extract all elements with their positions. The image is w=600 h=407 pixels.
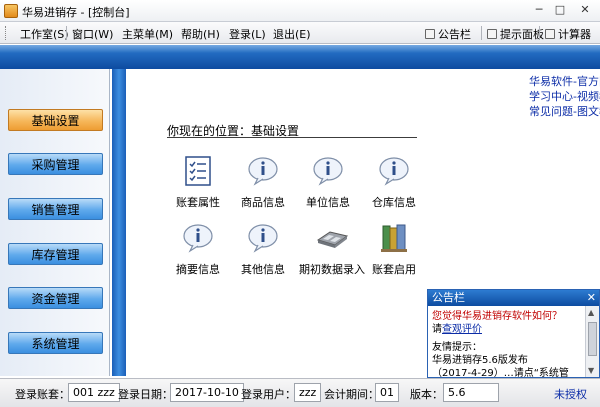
calculator-icon [316,231,349,248]
hint-panel-button[interactable]: 提示面板 [487,26,544,42]
notice-title: 公告栏 [432,291,465,304]
notice-tip-title: 友情提示： [432,342,482,353]
status-user-value: zzz [294,383,322,402]
calculator-label: 计算器 [558,28,591,41]
toolbar-grip[interactable] [5,26,8,40]
module-warehouse-info[interactable]: 仓库信息 [358,155,430,210]
status-period-value: 01 [375,383,399,402]
module-label: 单位信息 [306,196,350,209]
notice-popup: 公告栏 ✕ 您觉得华易进销存软件如何？ 请查观评价 友情提示： 华易进销存5.6… [427,289,600,378]
notice-header: 公告栏 ✕ [428,290,599,306]
info-bubble-icon [248,157,278,186]
notice-prompt: 请查观评价 [432,323,584,336]
module-label: 账套属性 [176,196,220,209]
status-version-value: 5.6 [443,383,499,402]
checklist-icon [185,156,211,186]
notice-close-button[interactable]: ✕ [587,290,596,306]
faq-link[interactable]: 常见问题-图文教程 [529,104,600,119]
module-other-info[interactable]: 其他信息 [227,222,299,277]
info-bubble-icon [183,224,213,253]
scroll-thumb[interactable] [588,322,597,356]
sidebar-item-sales[interactable]: 销售管理 [8,198,103,220]
info-bubble-icon [313,157,343,186]
license-status-link[interactable]: 未授权 [554,386,587,402]
menu-login[interactable]: 登录(L) [229,26,266,42]
status-period-label: 会计期间： [324,388,379,401]
header-banner-shine [0,45,600,53]
books-icon [381,224,407,252]
module-account-properties[interactable]: 账套属性 [162,155,234,210]
module-account-enable[interactable]: 账套启用 [358,222,430,277]
scroll-down-icon[interactable]: ▼ [588,366,594,375]
title-bar: 华易进销存 - [控制台] ─ □ ✕ [0,0,600,22]
status-bar: 登录账套： 001 zzz 登录日期： 2017-10-10 登录用户： zzz… [0,378,600,407]
module-label: 摘要信息 [176,263,220,276]
status-user-label: 登录用户： [241,388,296,401]
video-tutorial-link[interactable]: 学习中心-视频教程 [529,89,600,104]
calculator-button[interactable]: 计算器 [545,26,591,42]
status-account-value: 001 zzz [68,383,120,402]
minimize-button[interactable]: ─ [530,2,548,18]
menu-help[interactable]: 帮助(H) [181,26,220,42]
sidebar-item-inventory[interactable]: 库存管理 [8,243,103,265]
sidebar-item-funds[interactable]: 资金管理 [8,287,103,309]
window-title: 华易进销存 - [控制台] [22,6,130,19]
hint-panel-icon [487,29,497,39]
notice-tip-line: （2017-4-29）…请点“系统管 [432,368,569,378]
notice-scrollbar[interactable]: ▲ ▼ [585,306,599,377]
notice-prompt-prefix: 请 [432,324,442,335]
info-bubble-icon [379,157,409,186]
sidebar-item-system[interactable]: 系统管理 [8,332,103,354]
close-button[interactable]: ✕ [573,2,597,18]
status-date-value: 2017-10-10 [170,383,244,402]
sidebar-item-basic-settings[interactable]: 基础设置 [8,109,103,131]
maximize-button[interactable]: □ [551,2,569,18]
info-bubble-icon [248,224,278,253]
menu-separator [539,26,540,40]
notice-board-label: 公告栏 [438,28,471,41]
menu-separator [66,26,67,40]
notice-tip-line: 华易进销存5.6版发布 [432,355,528,366]
scroll-up-icon[interactable]: ▲ [588,308,594,317]
module-product-info[interactable]: 商品信息 [227,155,299,210]
calculator-icon [545,29,555,39]
hint-panel-label: 提示面板 [500,28,544,41]
module-label: 商品信息 [241,196,285,209]
menu-main[interactable]: 主菜单(M) [122,26,173,42]
notice-board-icon [425,29,435,39]
official-site-link[interactable]: 华易软件-官方网站 [529,74,600,89]
status-date-label: 登录日期： [118,388,173,401]
sidebar-item-purchasing[interactable]: 采购管理 [8,153,103,175]
quick-links: 华易软件-官方网站 学习中心-视频教程 常见问题-图文教程 [529,74,600,119]
app-icon [4,4,18,18]
status-version-label: 版本： [410,388,443,401]
menu-window[interactable]: 窗口(W) [72,26,113,42]
notice-board-button[interactable]: 公告栏 [425,26,471,42]
menu-bar: 工作室(S) 窗口(W) 主菜单(M) 帮助(H) 登录(L) 退出(E) 公告… [0,22,600,44]
sidebar-divider [112,69,126,376]
menu-exit[interactable]: 退出(E) [273,26,311,42]
menu-workroom[interactable]: 工作室(S) [20,26,69,42]
module-label: 仓库信息 [372,196,416,209]
notice-body: 您觉得华易进销存软件如何？ 请查观评价 友情提示： 华易进销存5.6版发布 （2… [432,310,584,378]
module-summary-info[interactable]: 摘要信息 [162,222,234,277]
notice-review-link[interactable]: 查观评价 [442,324,482,335]
status-account-label: 登录账套： [15,388,70,401]
breadcrumb-underline [167,137,417,138]
notice-question: 您觉得华易进销存软件如何？ [432,311,562,322]
module-label: 账套启用 [372,263,416,276]
module-unit-info[interactable]: 单位信息 [292,155,364,210]
menu-separator [481,26,482,40]
sidebar: 基础设置 采购管理 销售管理 库存管理 资金管理 系统管理 [0,69,110,376]
module-label: 其他信息 [241,263,285,276]
